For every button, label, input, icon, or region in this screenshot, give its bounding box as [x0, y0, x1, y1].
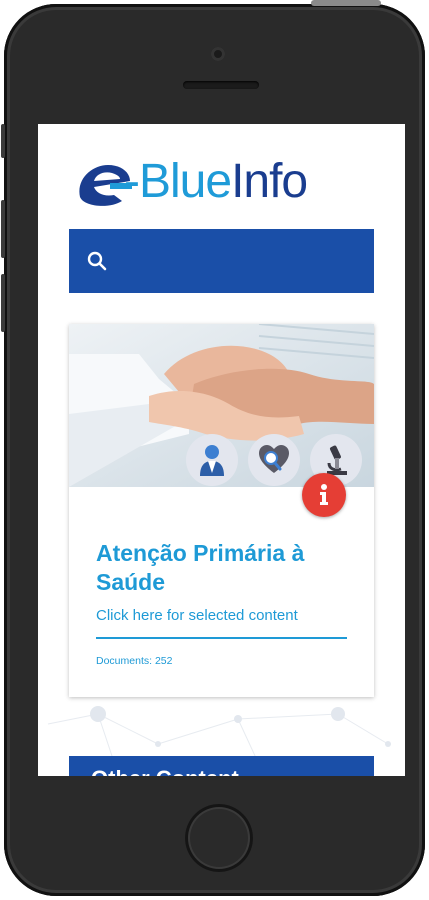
logo-text-blue: -Blue	[124, 155, 232, 208]
volume-up-button	[1, 200, 5, 258]
other-content-title: Other Content	[91, 766, 239, 776]
app-logo: -BlueInfo	[74, 154, 308, 210]
home-button[interactable]	[185, 804, 253, 872]
documents-count: Documents: 252	[96, 655, 173, 667]
power-button	[311, 0, 381, 6]
info-icon[interactable]	[302, 473, 346, 517]
selected-content-link[interactable]: Click here for selected content	[96, 607, 298, 624]
volume-down-button	[1, 274, 5, 332]
other-content-header[interactable]: Other Content	[69, 756, 374, 776]
earpiece-speaker	[183, 81, 259, 89]
mute-switch	[1, 124, 5, 158]
front-camera	[211, 47, 225, 61]
search-icon[interactable]	[85, 249, 109, 273]
divider	[96, 637, 347, 639]
logo-text-info: Info	[231, 155, 308, 208]
app-screen: -BlueInfo Atenção Primária à Saúde Click…	[38, 124, 405, 776]
heart-magnifier-icon[interactable]	[248, 434, 300, 486]
doctor-icon[interactable]	[186, 434, 238, 486]
search-bar[interactable]	[69, 229, 374, 293]
card-title[interactable]: Atenção Primária à Saúde	[96, 539, 356, 597]
phone-frame: -BlueInfo Atenção Primária à Saúde Click…	[1, 0, 425, 896]
content-card[interactable]: Atenção Primária à Saúde Click here for …	[69, 324, 374, 697]
